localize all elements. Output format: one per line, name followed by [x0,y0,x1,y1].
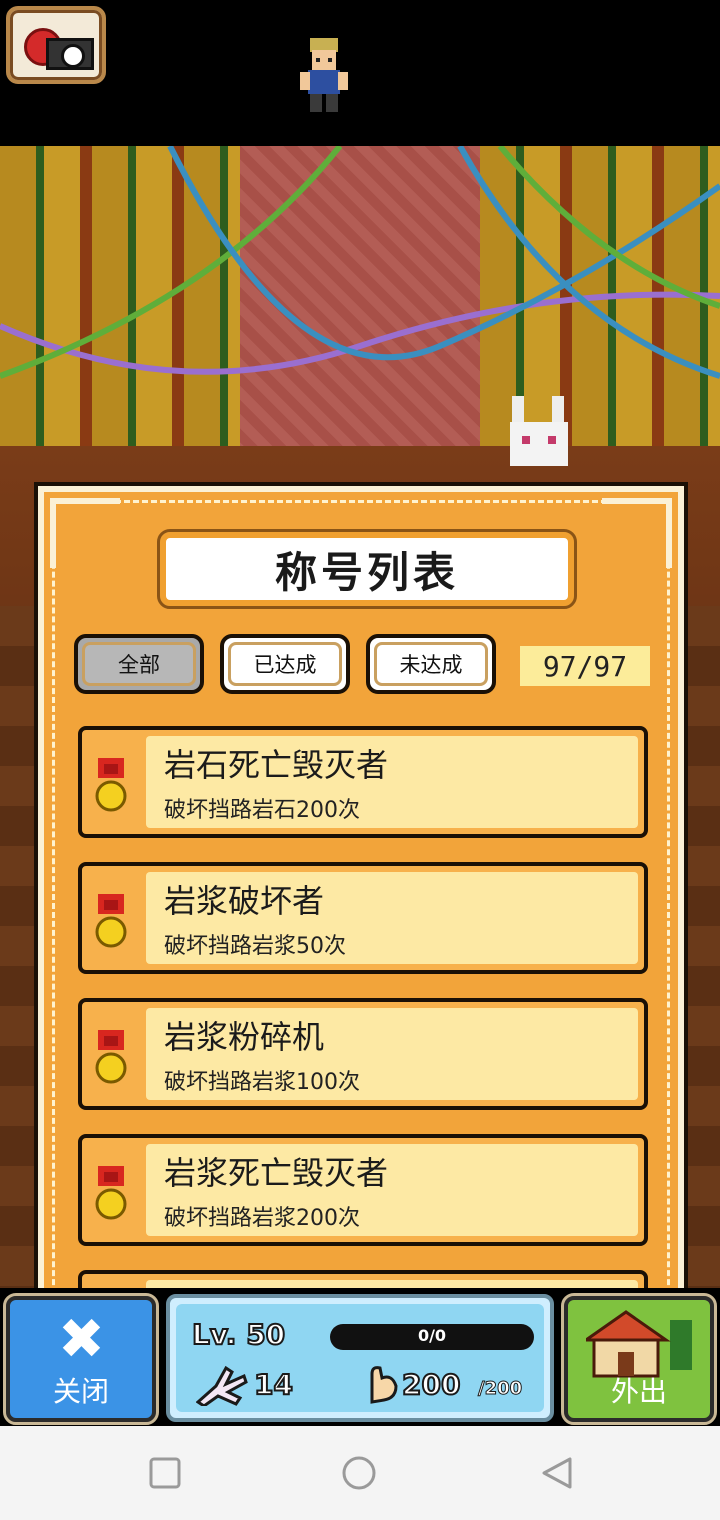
list-item[interactable]: 岩浆破坏者 破坏挡路岩浆50次 [78,862,648,974]
medal-icon [95,758,127,812]
close-x-icon: ✖ [58,1307,105,1372]
nav-square-icon[interactable] [148,1456,182,1490]
tab-unachieved[interactable]: 未达成 [366,634,496,694]
go-out-label: 外出 [610,1375,667,1408]
hero-sprite [300,38,348,112]
game-screen: { "dialog": { "title": "称号列表", "tabs": [… [0,0,720,1520]
paw-count: 14 [253,1367,294,1402]
xp-bar: 0/0 [330,1324,534,1350]
rabbit-sprite [510,396,568,466]
xp-text: 0/0 [417,1326,447,1345]
strength-value: 200 [401,1367,461,1402]
list-item[interactable]: 岩浆死亡毁灭者 破坏挡路岩浆200次 [78,1134,648,1246]
tab-achieved[interactable]: 已达成 [220,634,350,694]
nav-circle-icon[interactable] [342,1456,376,1490]
medal-icon [95,894,127,948]
player-status-panel: Lv. 50 0/0 14 200 /200 [166,1294,554,1422]
title-description: 破坏挡路岩浆50次 [164,934,346,959]
list-item[interactable]: 岩浆粉碎机 破坏挡路岩浆100次 [78,998,648,1110]
titles-list[interactable]: 岩石死亡毁灭者 破坏挡路岩石200次 岩浆破坏者 破坏挡路岩浆50次 岩浆粉碎机 [74,726,650,1288]
nav-back-icon[interactable] [540,1456,574,1490]
close-label: 关闭 [52,1375,109,1408]
system-nav-bar [0,1426,720,1520]
tab-all[interactable]: 全部 [74,634,204,694]
title-description: 破坏挡路岩浆100次 [164,1070,360,1095]
title-name: 岩浆死亡毁灭者 [164,1154,389,1192]
bottom-hud: ✖ 关闭 Lv. 50 0/0 14 200 /200 外出 [0,1288,720,1426]
titles-dialog: 称号列表 全部 已达成 未达成 97/97 岩石死亡毁灭者 破坏挡路岩石200次 [34,482,688,1330]
camera-button[interactable] [6,6,106,84]
dialog-title: 称号列表 [157,529,577,609]
list-item[interactable]: 岩石死亡毁灭者 破坏挡路岩石200次 [78,726,648,838]
title-name: 岩石死亡毁灭者 [164,746,389,784]
close-button[interactable]: ✖ 关闭 [3,1293,159,1425]
title-name: 岩浆粉碎机 [164,1018,325,1056]
title-count: 97/97 [520,646,650,686]
go-out-button[interactable]: 外出 [561,1293,717,1425]
garland-decoration [0,146,720,379]
title-name: 岩浆破坏者 [164,882,325,920]
list-item[interactable] [78,1270,648,1288]
title-description: 破坏挡路岩浆200次 [164,1206,360,1231]
medal-icon [95,1166,127,1220]
player-level: Lv. 50 [191,1317,286,1352]
top-bar [0,0,720,146]
paw-icon [196,1365,248,1406]
title-description: 破坏挡路岩石200次 [164,798,360,823]
medal-icon [95,1030,127,1084]
strength-max: /200 [477,1378,523,1400]
muscle-arm-icon [370,1366,398,1404]
